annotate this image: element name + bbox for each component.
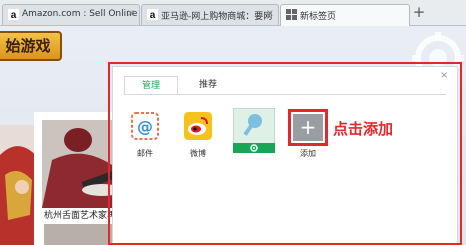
tab-close-icon[interactable]: × xyxy=(266,8,274,19)
new-tab-grid-icon xyxy=(286,9,297,20)
browser-tab-amazon-cn[interactable]: a 亚马逊-网上购物商城：要网 × xyxy=(141,4,279,25)
tab-close-icon[interactable]: × xyxy=(127,8,135,19)
tab-title: 亚马逊-网上购物商城：要网 xyxy=(161,12,273,22)
browser-tab-new[interactable]: 新标签页 xyxy=(280,4,410,26)
news-caption[interactable]: 杭州舌面艺术家再 xyxy=(44,208,116,221)
tab-title: Amazon.com : Sell Online - xyxy=(22,9,140,19)
tab-title: 新标签页 xyxy=(300,12,337,22)
start-game-button[interactable]: 始游戏 xyxy=(0,31,62,61)
browser-tab-bar: a Amazon.com : Sell Online - × a 亚马逊-网上购… xyxy=(0,0,466,26)
amazon-a-icon: a xyxy=(147,9,158,20)
amazon-a-icon: a xyxy=(8,9,19,20)
browser-tab-amazon-sell[interactable]: a Amazon.com : Sell Online - × xyxy=(2,4,140,25)
red-highlight-frame xyxy=(108,62,462,245)
new-tab-button[interactable]: + xyxy=(411,5,427,21)
svg-text:a: a xyxy=(11,10,17,20)
svg-text:a: a xyxy=(150,10,156,20)
